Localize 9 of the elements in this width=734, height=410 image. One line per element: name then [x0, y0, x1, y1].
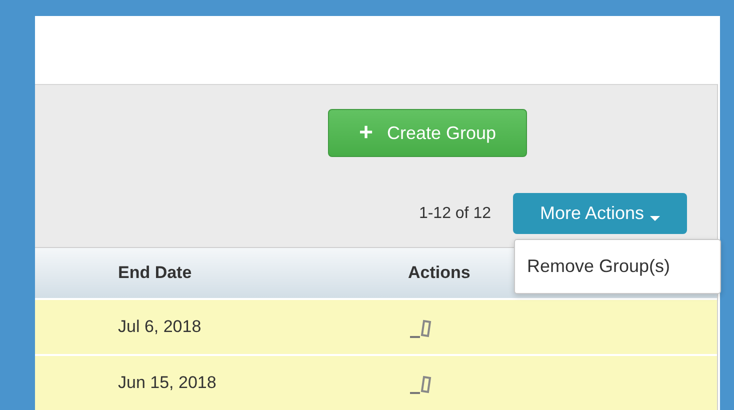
caret-icon [650, 214, 660, 222]
column-header: End Date [118, 263, 192, 283]
column-header: Actions [408, 263, 470, 283]
table-cell-text: Jun 15, 2018 [118, 373, 218, 393]
table-cell-text: Jul 6, 2018 [118, 317, 202, 337]
more-actions-button[interactable]: More Actions [513, 193, 687, 234]
menu-item[interactable]: Remove Group(s) [515, 252, 720, 281]
pagination-count: 1-12 of 12 [418, 204, 491, 222]
create-group-button[interactable]: + Create Group [328, 109, 527, 157]
